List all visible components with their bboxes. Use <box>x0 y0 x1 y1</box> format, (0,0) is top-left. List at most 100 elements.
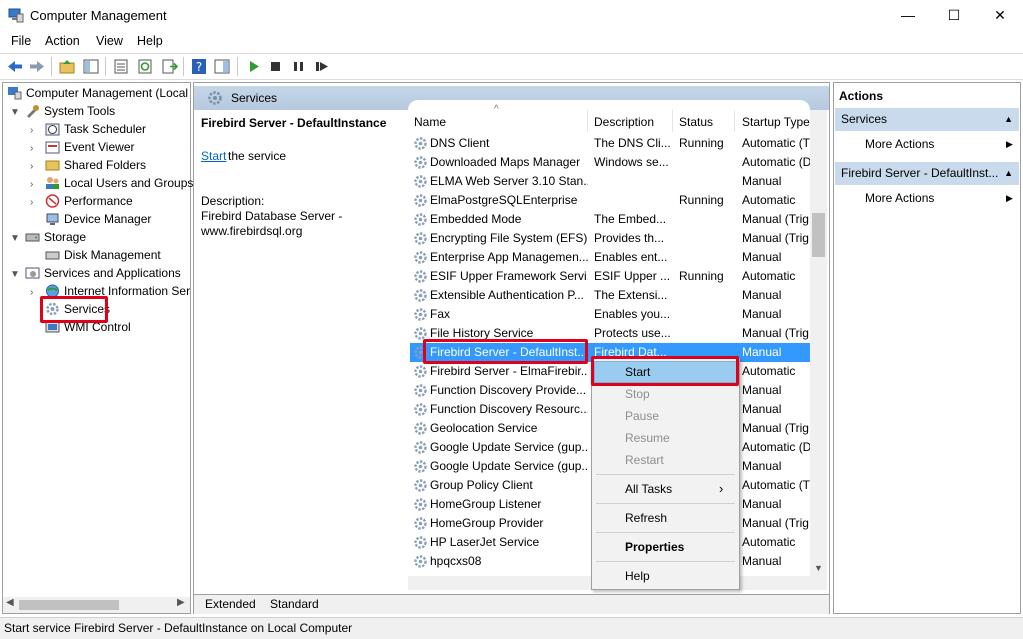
context-menu-stop[interactable]: Stop <box>625 387 650 401</box>
maximize-button[interactable]: ☐ <box>931 0 977 31</box>
actions-title: Actions <box>839 89 883 103</box>
context-menu-pause[interactable]: Pause <box>625 409 659 423</box>
service-gear-icon <box>413 402 428 417</box>
window-title: Computer Management <box>30 8 167 23</box>
collapse-chevron-icon[interactable]: ▼ <box>10 107 20 118</box>
event-viewer-icon <box>45 140 60 154</box>
services-header-title: Services <box>231 91 277 105</box>
service-gear-icon <box>413 307 428 322</box>
tree-item-device-manager[interactable]: Device Manager <box>45 210 151 228</box>
service-gear-icon <box>413 421 428 436</box>
tree-horizontal-scrollbar[interactable]: ◀ ▶ <box>3 597 190 613</box>
column-header-description[interactable]: Description <box>594 115 654 129</box>
start-service-link[interactable]: Start <box>201 149 226 163</box>
restart-service-icon[interactable] <box>313 58 331 75</box>
status-bar-text: Start service Firebird Server - DefaultI… <box>4 621 352 635</box>
tree-item-storage[interactable]: Storage <box>25 228 86 246</box>
action-pane-icon[interactable] <box>213 58 231 75</box>
collapse-up-icon[interactable]: ▲ <box>1004 108 1013 131</box>
pause-service-icon[interactable] <box>290 58 308 75</box>
context-menu-resume[interactable]: Resume <box>625 431 670 445</box>
vertical-scroll-thumb[interactable] <box>812 213 825 257</box>
service-startup-type: Manual (Trig <box>742 229 812 248</box>
back-arrow-icon[interactable] <box>6 58 24 75</box>
expand-chevron-icon[interactable]: › <box>30 125 33 136</box>
export-list-icon[interactable] <box>160 58 178 75</box>
context-menu-all-tasks[interactable]: All Tasks <box>625 482 672 496</box>
scroll-left-arrow-icon[interactable]: ◀ <box>6 597 14 608</box>
service-name: Encrypting File System (EFS) <box>430 229 588 248</box>
tree-root[interactable]: Computer Management (Local <box>7 84 188 102</box>
context-menu-properties[interactable]: Properties <box>625 540 684 554</box>
context-menu-restart[interactable]: Restart <box>625 453 664 467</box>
service-row[interactable]: FaxEnables you...Manual <box>410 305 810 324</box>
up-folder-icon[interactable] <box>58 58 76 75</box>
menu-action[interactable]: Action <box>45 34 80 48</box>
service-row[interactable]: DNS ClientThe DNS Cli...RunningAutomatic… <box>410 134 810 153</box>
service-startup-type: Automatic <box>742 362 812 381</box>
tab-standard[interactable]: Standard <box>270 597 319 611</box>
context-menu-refresh[interactable]: Refresh <box>625 511 667 525</box>
service-row[interactable]: Encrypting File System (EFS)Provides th.… <box>410 229 810 248</box>
menu-help[interactable]: Help <box>137 34 163 48</box>
service-row[interactable]: Extensible Authentication P...The Extens… <box>410 286 810 305</box>
tree-item-task-scheduler[interactable]: Task Scheduler <box>45 120 146 138</box>
column-header-name[interactable]: Name <box>414 115 446 129</box>
column-header-status[interactable]: Status <box>679 115 713 129</box>
service-description: Windows se... <box>594 153 670 172</box>
tree-item-event-viewer[interactable]: Event Viewer <box>45 138 134 156</box>
list-vertical-scrollbar[interactable] <box>810 110 827 590</box>
expand-chevron-icon[interactable]: › <box>30 179 33 190</box>
actions-section-selected-service[interactable]: Firebird Server - DefaultInst... ▲ <box>835 162 1019 185</box>
tab-extended[interactable]: Extended <box>205 597 256 611</box>
service-startup-type: Manual <box>742 305 812 324</box>
expand-chevron-icon[interactable]: › <box>30 287 33 298</box>
tree-item-local-users[interactable]: Local Users and Groups <box>45 174 193 192</box>
tree-item-shared-folders[interactable]: Shared Folders <box>45 156 146 174</box>
start-service-icon[interactable] <box>245 58 263 75</box>
expand-chevron-icon[interactable]: › <box>30 143 33 154</box>
service-gear-icon <box>413 193 428 208</box>
service-row[interactable]: Embedded ModeThe Embed...Manual (Trig <box>410 210 810 229</box>
more-actions-selected-service[interactable]: More Actions <box>865 191 934 205</box>
service-gear-icon <box>413 478 428 493</box>
minimize-button[interactable]: — <box>885 0 931 31</box>
expand-chevron-icon[interactable]: › <box>30 161 33 172</box>
stop-service-icon[interactable] <box>267 58 285 75</box>
collapse-chevron-icon[interactable]: ▼ <box>10 269 20 280</box>
service-startup-type: Automatic <box>742 267 812 286</box>
forward-arrow-icon[interactable] <box>28 58 46 75</box>
refresh-icon[interactable] <box>136 58 154 75</box>
service-startup-type: Manual <box>742 552 812 571</box>
column-header-startup-type[interactable]: Startup Type <box>742 115 810 129</box>
scroll-right-arrow-icon[interactable]: ▶ <box>177 597 185 608</box>
properties-sheet-icon[interactable] <box>112 58 130 75</box>
tree-item-label: Task Scheduler <box>64 122 146 136</box>
show-hide-tree-icon[interactable] <box>82 58 100 75</box>
service-row[interactable]: ElmaPostgreSQLEnterpriseRunningAutomatic <box>410 191 810 210</box>
service-row[interactable]: Enterprise App Managemen...Enables ent..… <box>410 248 810 267</box>
scroll-thumb[interactable] <box>19 600 119 610</box>
service-row[interactable]: ESIF Upper Framework Servi...ESIF Upper … <box>410 267 810 286</box>
close-button[interactable]: ✕ <box>977 0 1023 31</box>
service-gear-icon <box>413 155 428 170</box>
tree-item-system-tools[interactable]: System Tools <box>25 102 115 120</box>
service-name: HomeGroup Provider <box>430 514 588 533</box>
scroll-down-arrow-icon[interactable]: ▼ <box>814 563 823 573</box>
collapse-chevron-icon[interactable]: ▼ <box>10 233 20 244</box>
menu-view[interactable]: View <box>96 34 123 48</box>
service-row[interactable]: Downloaded Maps ManagerWindows se...Auto… <box>410 153 810 172</box>
help-icon[interactable]: ? <box>190 58 208 75</box>
menu-file[interactable]: File <box>11 34 31 48</box>
actions-section-services[interactable]: Services ▲ <box>835 108 1019 131</box>
gear-icon <box>207 90 223 106</box>
tree-item-disk-management[interactable]: Disk Management <box>45 246 161 264</box>
tree-item-performance[interactable]: Performance <box>45 192 133 210</box>
context-menu-help[interactable]: Help <box>625 569 650 583</box>
collapse-up-icon[interactable]: ▲ <box>1004 162 1013 185</box>
tree-item-services-apps[interactable]: Services and Applications <box>25 264 181 282</box>
expand-chevron-icon[interactable]: › <box>30 197 33 208</box>
service-startup-type: Manual (Trig <box>742 324 812 343</box>
more-actions-services[interactable]: More Actions <box>865 137 934 151</box>
service-row[interactable]: ELMA Web Server 3.10 Stan...Manual <box>410 172 810 191</box>
